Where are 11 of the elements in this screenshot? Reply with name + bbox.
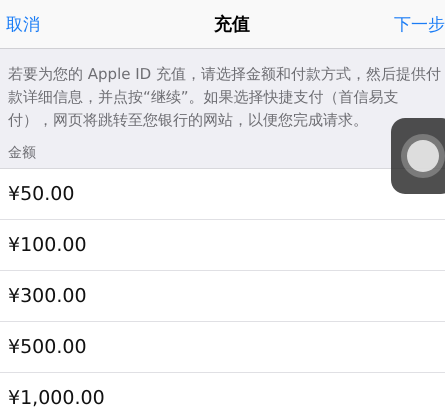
amount-option[interactable]: ¥1,000.00	[8, 387, 105, 409]
floating-button[interactable]	[391, 118, 445, 194]
page-title: 充值	[214, 13, 250, 36]
next-button[interactable]: 下一步	[394, 12, 445, 36]
cancel-button[interactable]: 取消	[6, 12, 40, 36]
amount-option[interactable]: ¥500.00	[8, 336, 87, 358]
amount-option[interactable]: ¥50.00	[8, 183, 74, 205]
amount-option[interactable]: ¥100.00	[8, 234, 87, 256]
description-text: 若要为您的 Apple ID 充值，请选择金额和付款方式，然后提供付款详细信息，并点按“继续”。如果选择快捷支付（首信易支付），网页将跳转至您银行的网站，以便您完成请求。	[7, 64, 442, 131]
amount-option[interactable]: ¥300.00	[8, 285, 87, 307]
section-header: 金额	[7, 144, 37, 163]
